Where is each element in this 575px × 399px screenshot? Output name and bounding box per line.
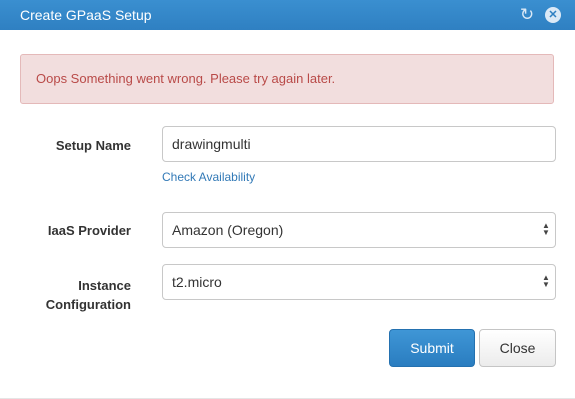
check-availability-link[interactable]: Check Availability <box>162 170 255 184</box>
dialog-header: Create GPaaS Setup ↻ ✕ <box>0 0 575 30</box>
submit-button[interactable]: Submit <box>389 329 475 367</box>
instance-configuration-label: Instance Configuration <box>1 276 131 314</box>
instance-configuration-value: t2.micro <box>162 264 556 300</box>
instance-configuration-label-line2: Configuration <box>45 297 131 312</box>
setup-name-label: Setup Name <box>55 138 131 153</box>
error-alert: Oops Something went wrong. Please try ag… <box>20 54 554 104</box>
iaas-provider-value: Amazon (Oregon) <box>162 212 556 248</box>
dialog-title: Create GPaaS Setup <box>20 7 152 23</box>
close-button[interactable]: Close <box>479 329 556 367</box>
iaas-provider-select[interactable]: Amazon (Oregon) ▲ ▼ <box>162 212 556 248</box>
error-message: Oops Something went wrong. Please try ag… <box>36 71 336 86</box>
instance-configuration-label-line1: Instance <box>78 278 131 293</box>
select-arrows-icon: ▲ ▼ <box>542 221 550 237</box>
instance-configuration-select[interactable]: t2.micro ▲ ▼ <box>162 264 556 300</box>
select-arrows-icon: ▲ ▼ <box>542 273 550 289</box>
iaas-provider-label: IaaS Provider <box>47 223 131 238</box>
setup-name-input[interactable] <box>162 126 556 162</box>
close-icon[interactable]: ✕ <box>545 7 561 23</box>
create-setup-dialog: Create GPaaS Setup ↻ ✕ Oops Something we… <box>0 0 575 399</box>
refresh-icon[interactable]: ↻ <box>519 6 535 23</box>
